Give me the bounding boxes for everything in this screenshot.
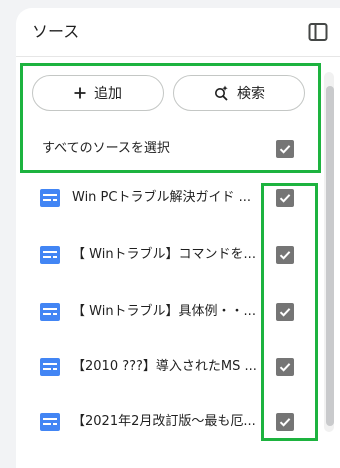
- sidebar-panel-icon[interactable]: [308, 22, 328, 42]
- sources-panel: ソース 追加 検索 すべてのソースを選択 Win PCトラブル解決ガイド ...…: [16, 8, 340, 468]
- document-icon: [40, 189, 60, 207]
- search-sources-label: 検索: [237, 86, 265, 102]
- document-icon: [40, 358, 60, 376]
- plus-icon: [74, 87, 86, 99]
- source-item[interactable]: 【2010 ???】導入されたMS ...: [16, 347, 316, 387]
- source-item[interactable]: 【 Winトラブル】具体例・・...: [16, 292, 316, 332]
- select-all-label: すべてのソースを選択: [42, 141, 170, 156]
- checkmark-icon: [279, 308, 291, 317]
- source-title: 【2021年2月改訂版〜最も厄...: [72, 414, 256, 429]
- checkmark-icon: [279, 251, 291, 260]
- panel-title: ソース: [32, 22, 80, 41]
- checkmark-icon: [279, 418, 291, 427]
- source-item[interactable]: Win PCトラブル解決ガイド ...: [16, 178, 316, 218]
- document-icon: [40, 413, 60, 431]
- source-checkbox[interactable]: [276, 246, 294, 264]
- source-checkbox[interactable]: [276, 303, 294, 321]
- source-item[interactable]: 【 Winトラブル】コマンドを...: [16, 235, 316, 275]
- source-title: 【 Winトラブル】具体例・・...: [72, 304, 256, 319]
- select-all-checkbox[interactable]: [276, 140, 294, 158]
- panel-header: ソース: [16, 8, 340, 56]
- document-icon: [40, 246, 60, 264]
- source-title: 【2010 ???】導入されたMS ...: [72, 359, 257, 374]
- header-divider: [16, 56, 340, 57]
- source-title: 【 Winトラブル】コマンドを...: [72, 247, 256, 262]
- scrollbar-thumb[interactable]: [326, 86, 334, 426]
- source-checkbox[interactable]: [276, 189, 294, 207]
- add-source-button[interactable]: 追加: [32, 75, 164, 111]
- source-item[interactable]: 【2021年2月改訂版〜最も厄...: [16, 402, 316, 442]
- source-checkbox[interactable]: [276, 413, 294, 431]
- search-sources-button[interactable]: 検索: [173, 75, 305, 111]
- source-checkbox[interactable]: [276, 358, 294, 376]
- sparkle-search-icon: [215, 85, 228, 101]
- document-icon: [40, 303, 60, 321]
- source-title: Win PCトラブル解決ガイド ...: [72, 190, 251, 205]
- checkmark-icon: [279, 363, 291, 372]
- add-source-label: 追加: [94, 86, 122, 102]
- checkmark-icon: [279, 145, 291, 154]
- checkmark-icon: [279, 194, 291, 203]
